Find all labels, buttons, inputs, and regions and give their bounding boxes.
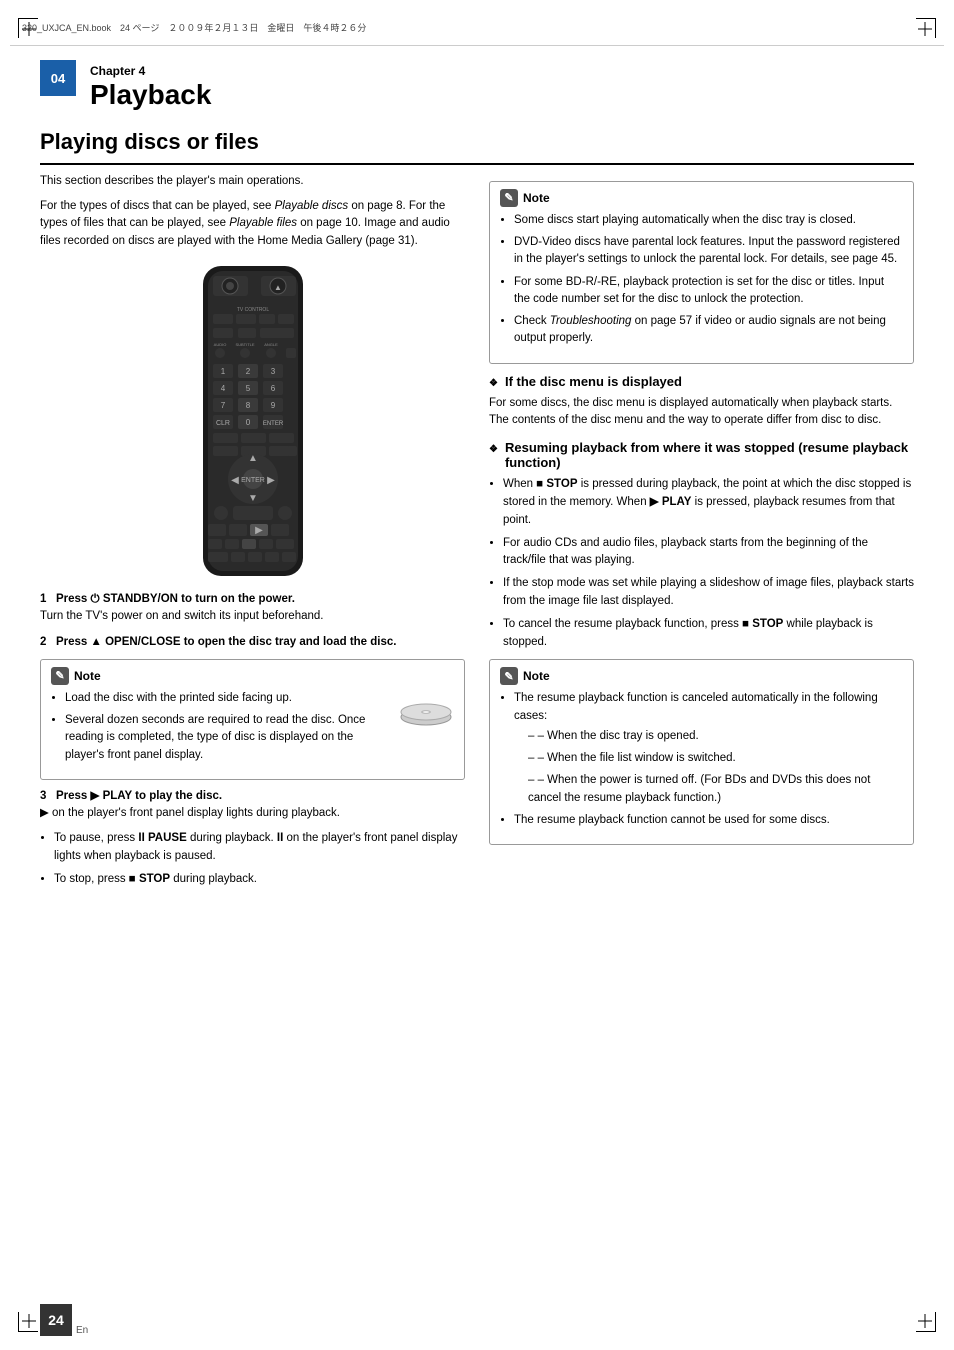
svg-text:▲: ▲ — [274, 283, 282, 292]
svg-text:SUBTITLE: SUBTITLE — [235, 342, 254, 347]
crosshair-br — [918, 1314, 932, 1328]
step-2: 2 Press ▲ OPEN/CLOSE to open the disc tr… — [40, 634, 465, 651]
header-text: 320_UXJCA_EN.book 24 ページ ２００９年２月１３日 金曜日 … — [22, 21, 366, 34]
page-number: 24 — [40, 1304, 72, 1336]
right-note1-b4: Check Troubleshooting on page 57 if vide… — [514, 313, 903, 348]
svg-text:4: 4 — [220, 384, 225, 393]
two-col-layout: This section describes the player's main… — [40, 173, 914, 897]
subsec1-heading: ❖ If the disc menu is displayed — [489, 374, 914, 389]
note-right2-icon: ✎ — [500, 667, 518, 685]
subsec2-heading: ❖ Resuming playback from where it was st… — [489, 440, 914, 470]
chapter-heading: Chapter 4 Playback — [90, 64, 914, 111]
svg-text:5: 5 — [245, 384, 250, 393]
step3-bullet-stop: To stop, press ■ STOP during playback. — [54, 871, 465, 889]
header-bar: 320_UXJCA_EN.book 24 ページ ２００９年２月１３日 金曜日 … — [10, 10, 944, 46]
svg-text:▲: ▲ — [248, 453, 258, 464]
note-right1-header: ✎ Note — [500, 189, 903, 207]
diamond2: ❖ — [489, 444, 498, 455]
svg-text:TV CONTROL: TV CONTROL — [236, 307, 268, 313]
subsec2-title: Resuming playback from where it was stop… — [505, 440, 914, 470]
diamond1: ❖ — [489, 378, 498, 389]
svg-text:6: 6 — [270, 384, 275, 393]
note1-header: ✎ Note — [51, 667, 454, 685]
right-note2-b1: The resume playback function is canceled… — [514, 690, 903, 807]
right-note2-bullets: The resume playback function is canceled… — [500, 690, 903, 829]
svg-text:◀: ◀ — [231, 475, 239, 486]
step1-sub: Turn the TV's power on and switch its in… — [40, 610, 323, 622]
note-box-right-1: ✎ Note Some discs start playing automati… — [489, 181, 914, 364]
svg-text:8: 8 — [245, 401, 250, 410]
note-box-1: ✎ Note — [40, 659, 465, 780]
step-3: 3 Press ▶ PLAY to play the disc. ▶ on th… — [40, 788, 465, 823]
subsec2-b3: If the stop mode was set while playing a… — [503, 575, 914, 611]
note1-label: Note — [74, 669, 101, 683]
svg-text:▶: ▶ — [267, 475, 275, 486]
note-right1-label: Note — [523, 191, 550, 205]
right-note1-b3: For some BD-R/-RE, playback protection i… — [514, 274, 903, 309]
note-right2-label: Note — [523, 669, 550, 683]
subsec2-b1: When ■ STOP is pressed during playback, … — [503, 476, 914, 529]
svg-text:0: 0 — [245, 418, 250, 427]
left-column: This section describes the player's main… — [40, 173, 465, 897]
intro-p1: This section describes the player's main… — [40, 173, 465, 191]
svg-text:ANGLE: ANGLE — [264, 342, 278, 347]
intro-p2: For the types of discs that can be playe… — [40, 198, 465, 251]
svg-text:▼: ▼ — [248, 493, 258, 504]
step-1: 1 Press ⏻ STANDBY/ON to turn on the powe… — [40, 591, 465, 626]
note1-bullet-2: Several dozen seconds are required to re… — [65, 712, 454, 764]
step3-bullets: To pause, press II PAUSE during playback… — [40, 830, 465, 888]
svg-text:3: 3 — [270, 367, 275, 376]
note-box-right-2: ✎ Note The resume playback function is c… — [489, 659, 914, 845]
chapter-title: Playback — [90, 80, 914, 111]
sub-b3: – When the power is turned off. (For BDs… — [528, 772, 903, 807]
right-column: ✎ Note Some discs start playing automati… — [489, 173, 914, 897]
svg-text:9: 9 — [270, 401, 275, 410]
section-title: Playing discs or files — [40, 129, 914, 155]
svg-text:ENTER: ENTER — [241, 477, 265, 484]
step1-bold: STANDBY/ON to turn on the power. — [103, 593, 295, 605]
note1-bullets: Load the disc with the printed side faci… — [51, 690, 454, 764]
remote-image: ▲ TV CONTROL AUDIO SUBTITLE — [40, 261, 465, 581]
chapter-label: Chapter 4 — [90, 64, 914, 78]
main-content: Chapter 4 Playback Playing discs or file… — [40, 46, 914, 1300]
crosshair-bl — [22, 1314, 36, 1328]
step3-num: 3 Press ▶ — [40, 790, 103, 802]
subsec1-title: If the disc menu is displayed — [505, 374, 682, 389]
sub-b1: – When the disc tray is opened. — [528, 728, 903, 745]
svg-text:ENTER: ENTER — [262, 421, 283, 427]
sub-b2: – When the file list window is switched. — [528, 750, 903, 767]
step3-sub1: ▶ on the player's front panel display li… — [40, 807, 340, 819]
page: 320_UXJCA_EN.book 24 ページ ２００９年２月１３日 金曜日 … — [0, 0, 954, 1350]
footer: 24 En — [40, 1304, 914, 1336]
step1-num: 1 Press ⏻ — [40, 593, 103, 605]
svg-text:CLR: CLR — [215, 420, 229, 427]
right-note2-b2: The resume playback function cannot be u… — [514, 812, 903, 829]
subsec1-text: For some discs, the disc menu is display… — [489, 395, 914, 431]
disc-illustration — [399, 690, 454, 748]
right-note2-sub: – When the disc tray is opened. – When t… — [514, 728, 903, 807]
note1-bullet-1: Load the disc with the printed side faci… — [65, 690, 454, 707]
subsec2-b2: For audio CDs and audio files, playback … — [503, 535, 914, 571]
note1-icon: ✎ — [51, 667, 69, 685]
step3-bullet-pause: To pause, press II PAUSE during playback… — [54, 830, 465, 866]
svg-text:1: 1 — [220, 367, 225, 376]
section-divider — [40, 163, 914, 165]
svg-text:2: 2 — [245, 367, 250, 376]
lang-label: En — [76, 1325, 88, 1336]
subsec2-bullets: When ■ STOP is pressed during playback, … — [489, 476, 914, 651]
svg-text:7: 7 — [220, 401, 225, 410]
step2-num: 2 Press ▲ — [40, 636, 105, 648]
right-note1-b2: DVD-Video discs have parental lock featu… — [514, 234, 903, 269]
step2-bold: OPEN/CLOSE to open the disc tray and loa… — [105, 636, 396, 648]
right-note1-b1: Some discs start playing automatically w… — [514, 212, 903, 229]
note-right1-icon: ✎ — [500, 189, 518, 207]
svg-text:AUDIO: AUDIO — [213, 342, 226, 347]
right-note1-bullets: Some discs start playing automatically w… — [500, 212, 903, 348]
subsec2-b4: To cancel the resume playback function, … — [503, 616, 914, 652]
note-right2-header: ✎ Note — [500, 667, 903, 685]
step3-bold: PLAY to play the disc. — [103, 790, 223, 802]
svg-text:▶: ▶ — [255, 525, 263, 536]
